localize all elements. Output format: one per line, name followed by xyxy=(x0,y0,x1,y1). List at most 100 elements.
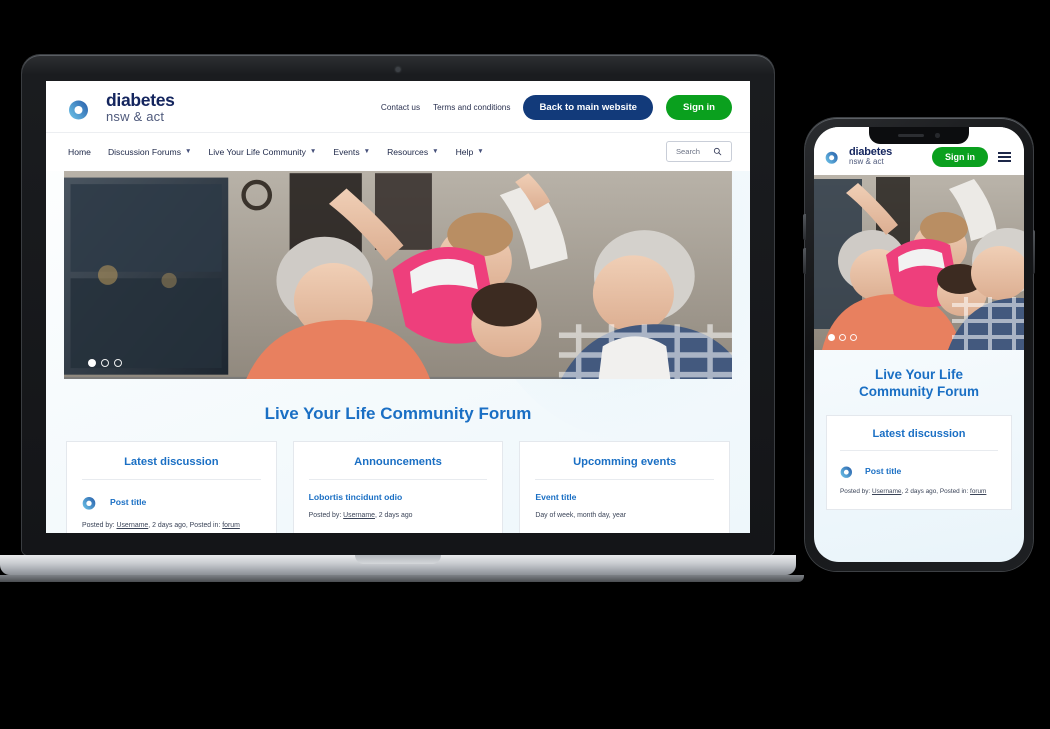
diabetes-d-logo-icon xyxy=(825,148,838,165)
phone-frame: diabetes nsw & act Sign in Live Your Lif… xyxy=(803,118,1035,571)
mobile-page-title: Live Your Life Community Forum xyxy=(859,367,979,400)
hero-carousel[interactable] xyxy=(64,171,732,380)
carousel-dots[interactable] xyxy=(88,359,122,368)
meta-middle: , 2 days ago, Posted in: xyxy=(901,487,971,495)
phone-volume-up-button[interactable] xyxy=(803,214,806,240)
mobile-card-latest-discussion: Latest discussion Post title Posted by: … xyxy=(826,414,1012,510)
card-heading: Latest discussion xyxy=(840,428,998,451)
nav-item-discussion-forums[interactable]: Discussion Forums ▼ xyxy=(108,147,192,157)
event-date: Day of week, month day, year xyxy=(535,512,626,520)
forum-cards: Latest discussion Post title Posted by: … xyxy=(46,441,750,533)
chevron-down-icon: ▼ xyxy=(477,148,484,156)
mobile-carousel-dot-1[interactable] xyxy=(828,334,835,341)
post-meta: Posted by: Username, 2 days ago, Posted … xyxy=(840,488,998,495)
meta-prefix: Posted by: xyxy=(840,487,872,495)
post-meta: Posted by: Username, 2 days ago, Posted … xyxy=(82,521,261,531)
meta-username-link[interactable]: Username xyxy=(116,522,148,529)
meta-prefix: Posted by: xyxy=(308,512,344,520)
magnifier-icon[interactable] xyxy=(713,147,722,156)
card-heading: Announcements xyxy=(308,456,488,481)
card-announcements: Announcements Lobortis tincidunt odio Po… xyxy=(292,441,504,533)
post-title[interactable]: Post title xyxy=(110,497,146,507)
card-heading: Latest discussion xyxy=(82,456,261,481)
search-placeholder: Search xyxy=(675,147,700,157)
list-item[interactable]: Post title xyxy=(840,462,998,480)
card-heading: Upcomming events xyxy=(535,456,715,481)
card-upcoming-events: Upcomming events Event title Day of week… xyxy=(519,441,731,533)
meta-username-link[interactable]: Username xyxy=(872,488,901,495)
post-title[interactable]: Event title xyxy=(535,492,576,502)
main-navigation: Home Discussion Forums ▼ Live Your Life … xyxy=(46,132,750,172)
mobile-brand-logo[interactable]: diabetes nsw & act xyxy=(825,146,892,167)
phone-notch xyxy=(869,127,969,144)
contact-us-link[interactable]: Contact us xyxy=(381,103,420,112)
laptop-base-notch xyxy=(355,555,441,564)
carousel-dot-3[interactable] xyxy=(114,359,122,368)
card-latest-discussion: Latest discussion Post title Posted by: … xyxy=(66,441,277,533)
nav-label: Discussion Forums xyxy=(107,146,182,157)
website-mobile: diabetes nsw & act Sign in Live Your Lif… xyxy=(814,127,1024,562)
nav-label: Home xyxy=(68,146,91,157)
back-to-main-website-button[interactable]: Back to main website xyxy=(523,95,654,121)
nav-item-events[interactable]: Events ▼ xyxy=(333,147,370,157)
nav-item-home[interactable]: Home xyxy=(68,147,91,157)
page-title: Live Your Life Community Forum xyxy=(264,404,532,424)
brand-wordmark: diabetes nsw & act xyxy=(106,91,175,124)
meta-middle: , 2 days ago xyxy=(374,512,413,520)
sign-in-button[interactable]: Sign in xyxy=(666,95,732,121)
diabetes-d-logo-icon xyxy=(69,94,88,120)
utility-actions: Contact us Terms and conditions Back to … xyxy=(381,95,732,121)
mobile-carousel-dots[interactable] xyxy=(828,334,857,341)
hero-image xyxy=(64,171,732,380)
brand-subtitle: nsw & act xyxy=(106,108,165,124)
nav-label: Live Your Life Community xyxy=(208,146,306,157)
nav-item-resources[interactable]: Resources ▼ xyxy=(387,147,439,157)
carousel-dot-2[interactable] xyxy=(101,359,109,368)
device-mockup-stage: diabetes nsw & act Contact us Terms and … xyxy=(0,0,1050,729)
list-item[interactable]: Event title xyxy=(535,492,714,502)
mobile-carousel-dot-3[interactable] xyxy=(850,334,857,341)
brand-logo[interactable]: diabetes nsw & act xyxy=(68,91,175,124)
hamburger-menu-icon[interactable] xyxy=(996,150,1013,164)
website-desktop: diabetes nsw & act Contact us Terms and … xyxy=(46,81,750,533)
nav-label: Help xyxy=(455,146,474,157)
laptop-device: diabetes nsw & act Contact us Terms and … xyxy=(0,55,804,582)
post-title[interactable]: Lobortis tincidunt odio xyxy=(309,492,403,502)
chevron-down-icon: ▼ xyxy=(309,148,317,156)
mobile-hero-image xyxy=(814,175,1024,350)
laptop-lid: diabetes nsw & act Contact us Terms and … xyxy=(22,55,774,555)
mobile-sign-in-button[interactable]: Sign in xyxy=(932,147,988,167)
phone-device: diabetes nsw & act Sign in Live Your Lif… xyxy=(803,118,1035,571)
phone-power-button[interactable] xyxy=(1032,230,1035,274)
mobile-hero-carousel[interactable] xyxy=(814,175,1024,350)
burger-line xyxy=(998,156,1011,158)
post-title[interactable]: Post title xyxy=(865,466,901,476)
laptop-screen: diabetes nsw & act Contact us Terms and … xyxy=(46,81,750,533)
chevron-down-icon: ▼ xyxy=(432,148,439,156)
list-item[interactable]: Post title xyxy=(82,492,261,512)
avatar xyxy=(82,493,96,510)
nav-item-live-your-life-community[interactable]: Live Your Life Community ▼ xyxy=(208,147,316,157)
nav-label: Resources xyxy=(387,146,429,157)
brand-subtitle: nsw & act xyxy=(849,157,884,167)
webcam-icon xyxy=(395,67,401,72)
carousel-dot-1[interactable] xyxy=(88,359,96,368)
front-camera-icon xyxy=(935,133,940,138)
nav-label: Events xyxy=(333,146,360,157)
meta-forum-link[interactable]: forum xyxy=(970,488,986,495)
meta-prefix: Posted by: xyxy=(82,522,117,530)
burger-line xyxy=(998,152,1011,154)
phone-volume-down-button[interactable] xyxy=(803,248,806,274)
meta-username-link[interactable]: Username xyxy=(343,512,375,519)
terms-and-conditions-link[interactable]: Terms and conditions xyxy=(433,103,510,112)
mobile-brand-wordmark: diabetes nsw & act xyxy=(849,146,892,167)
nav-item-help[interactable]: Help ▼ xyxy=(456,147,484,157)
speaker-grille-icon xyxy=(898,134,925,137)
chevron-down-icon: ▼ xyxy=(363,148,371,156)
meta-forum-link[interactable]: forum xyxy=(222,522,240,529)
search-input[interactable]: Search xyxy=(665,141,732,163)
mobile-carousel-dot-2[interactable] xyxy=(839,334,846,341)
list-item[interactable]: Lobortis tincidunt odio xyxy=(309,492,488,502)
utility-header: diabetes nsw & act Contact us Terms and … xyxy=(46,81,750,133)
laptop-foot xyxy=(0,575,804,582)
